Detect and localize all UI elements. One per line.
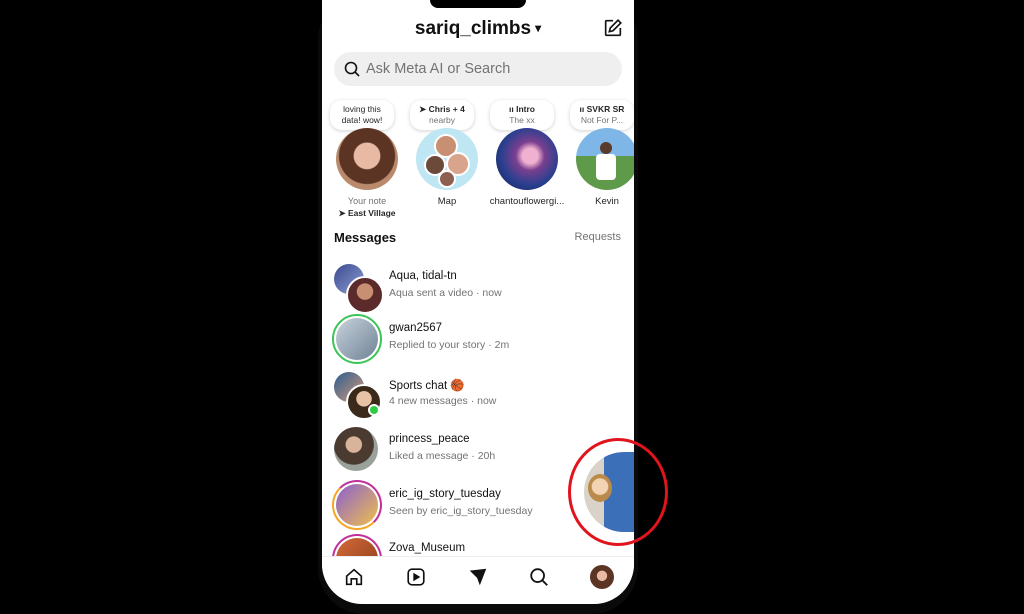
search-icon[interactable] [528, 566, 550, 588]
note-label: Map [437, 196, 457, 207]
avatar [336, 128, 398, 190]
avatar [332, 314, 382, 364]
search-bar[interactable]: Ask Meta AI or Search [334, 52, 622, 86]
profile-avatar[interactable] [590, 565, 614, 589]
conversation-name: Zova_Museum [389, 542, 466, 554]
note-bubble: ıı SVKR SR Not For P... [570, 100, 634, 130]
search-placeholder: Ask Meta AI or Search [366, 61, 511, 77]
conversation-name: Aqua, tidal-tn [389, 270, 457, 282]
username-title: sariq_climbs [414, 18, 532, 39]
group-avatar [332, 370, 382, 420]
conversation-preview: Liked a message · 20h [389, 450, 496, 462]
requests-link[interactable]: Requests [575, 231, 621, 243]
conversation-name: Sports chat 🏀 [389, 380, 465, 392]
map-thumbnail [416, 128, 478, 190]
group-avatar [332, 262, 384, 314]
conversation-name: gwan2567 [389, 322, 443, 334]
conversation-preview: Replied to your story · 2m [389, 339, 510, 351]
avatar [576, 128, 634, 190]
annotation-circle [568, 438, 668, 546]
note-bubble: ➤ Chris + 4 nearby [410, 100, 474, 130]
note-label: Kevin [595, 196, 619, 207]
conversation-row[interactable]: gwan2567 Replied to your story · 2m [332, 314, 628, 366]
conversation-row[interactable]: Sports chat 🏀 4 new messages · now [332, 370, 628, 422]
avatar [332, 425, 382, 475]
avatar [496, 128, 558, 190]
reels-icon[interactable] [405, 566, 427, 588]
note-label: Your note [347, 196, 387, 206]
dynamic-island [430, 0, 526, 8]
conversation-name: eric_ig_story_tuesday [389, 488, 501, 500]
avatar [332, 480, 382, 530]
note-label: chantouflowergi... [489, 196, 565, 207]
messages-heading: Messages [334, 230, 397, 245]
meta-ai-search-icon [344, 61, 360, 77]
online-indicator [368, 404, 380, 416]
conversation-preview: Seen by eric_ig_story_tuesday [389, 505, 533, 517]
chevron-down-icon: ▾ [535, 21, 542, 35]
note-bubble: ıı Intro The xx [490, 100, 554, 130]
bottom-tab-bar [322, 556, 634, 597]
note-location: ➤ East Village [338, 208, 396, 218]
home-icon[interactable] [343, 566, 365, 588]
note-bubble: loving this data! wow! [330, 100, 394, 130]
conversation-preview: 4 new messages · now [389, 395, 497, 407]
account-switcher[interactable]: sariq_climbs ▾ [322, 18, 634, 40]
conversation-name: princess_peace [389, 433, 470, 445]
conversation-row[interactable]: Aqua, tidal-tn Aqua sent a video · now [332, 262, 628, 314]
conversation-preview: Aqua sent a video · now [389, 287, 502, 299]
direct-messages-icon[interactable] [467, 566, 489, 588]
compose-icon[interactable] [602, 17, 624, 39]
notes-tray: loving this data! wow! Your note ➤ East V… [322, 96, 634, 218]
